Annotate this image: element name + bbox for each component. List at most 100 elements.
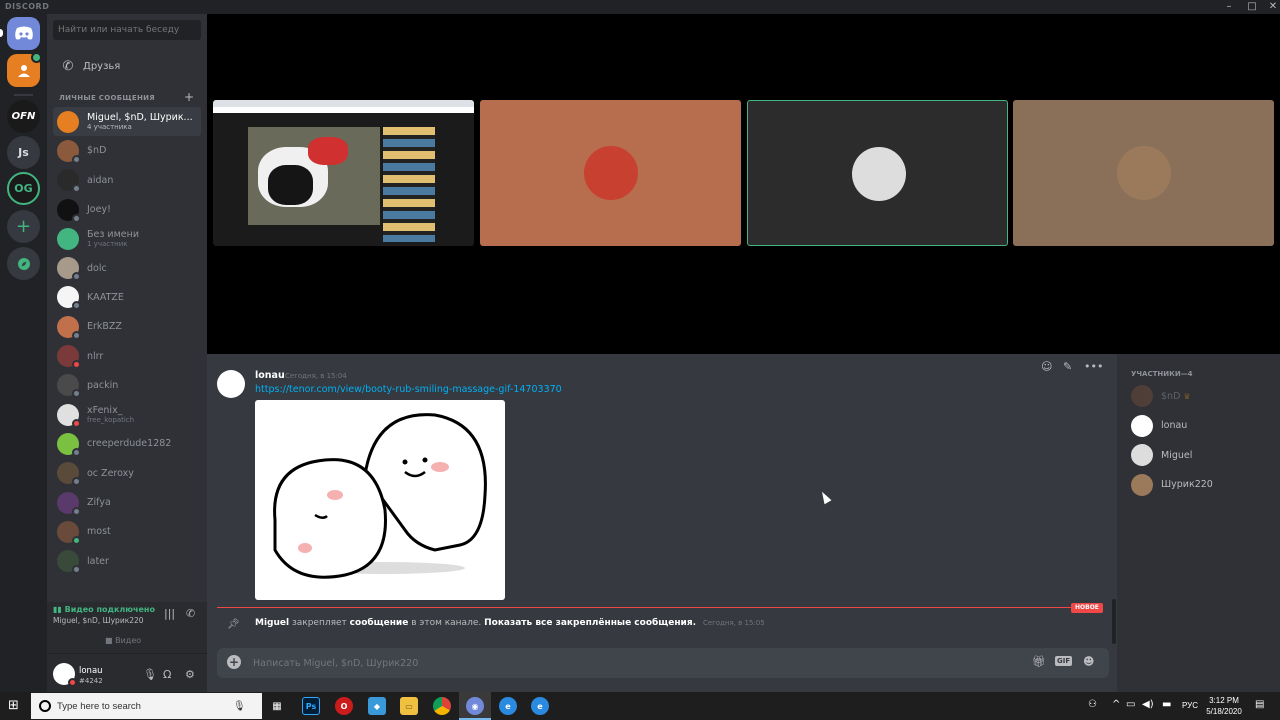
- minimize-icon[interactable]: –: [1218, 0, 1240, 14]
- dm-name: ErkBZZ: [87, 321, 122, 333]
- recommendations-list: [383, 127, 435, 242]
- dm-item[interactable]: nlrr: [53, 341, 201, 370]
- status-dot: [72, 565, 81, 575]
- file-explorer-icon[interactable]: ▭: [400, 697, 418, 715]
- video-tile-screenshare[interactable]: [213, 100, 474, 246]
- clock[interactable]: 3:12 PM 5/18/2020: [1196, 695, 1252, 717]
- dm-item[interactable]: Miguel, $nD, Шурик... 4 участника: [53, 107, 201, 137]
- dm-item[interactable]: most: [53, 517, 201, 546]
- dm-item[interactable]: xFenix_ free_kopatich: [53, 400, 201, 429]
- task-view-icon[interactable]: ▦: [268, 697, 286, 715]
- dm-item[interactable]: creeperdude1282: [53, 429, 201, 458]
- video-tile-miguel[interactable]: [747, 100, 1008, 246]
- volume-icon[interactable]: ◀): [1142, 699, 1154, 710]
- chevron-up-icon[interactable]: ^: [1112, 699, 1120, 710]
- member-item[interactable]: lonau: [1131, 414, 1187, 438]
- system-author[interactable]: Miguel: [255, 618, 289, 628]
- dm-name: xFenix_: [87, 405, 123, 417]
- server-separator: [14, 94, 33, 96]
- video-tile-snd[interactable]: [480, 100, 741, 246]
- disconnect-icon[interactable]: ✆: [186, 607, 195, 620]
- dm-item[interactable]: aidan: [53, 166, 201, 195]
- video-tile-shurik[interactable]: [1013, 100, 1274, 246]
- home-button[interactable]: [7, 17, 40, 50]
- dm-item[interactable]: Joey!: [53, 195, 201, 224]
- new-badge: НОВОЕ: [1071, 603, 1103, 613]
- new-messages-divider: [217, 607, 1075, 608]
- notifications-icon[interactable]: ▤: [1255, 699, 1264, 710]
- member-item[interactable]: Miguel: [1131, 443, 1192, 467]
- gear-icon[interactable]: ⚙: [185, 668, 195, 681]
- dm-item[interactable]: later: [53, 546, 201, 575]
- opera-icon[interactable]: O: [335, 697, 353, 715]
- explore-servers-button[interactable]: [7, 247, 40, 280]
- server-ofn[interactable]: OFN: [7, 100, 40, 133]
- dm-text: aidan: [87, 175, 113, 186]
- microphone-icon[interactable]: 🎙︎: [143, 668, 157, 681]
- dm-item[interactable]: packin: [53, 371, 201, 400]
- message-link[interactable]: https://tenor.com/view/booty-rub-smiling…: [255, 384, 562, 395]
- gif-button[interactable]: GIF: [1055, 656, 1073, 666]
- system-message: Miguel закрепляет сообщение в этом канал…: [255, 618, 765, 628]
- show-pinned-link[interactable]: Показать все закреплённые сообщения.: [484, 618, 696, 628]
- message-gif[interactable]: [255, 400, 505, 600]
- app-icon[interactable]: e: [499, 697, 517, 715]
- chat-scrollbar[interactable]: [1112, 599, 1116, 644]
- dm-item[interactable]: Zifya: [53, 488, 201, 517]
- taskbar-search[interactable]: 🎙︎: [31, 693, 262, 719]
- noise-icon[interactable]: |||: [164, 607, 175, 620]
- more-icon[interactable]: •••: [1084, 360, 1103, 373]
- edit-icon[interactable]: ✎: [1063, 360, 1072, 373]
- group-dm-server[interactable]: [7, 52, 42, 87]
- dm-item[interactable]: $nD: [53, 136, 201, 165]
- server-js[interactable]: Js: [7, 136, 40, 169]
- avatar: [57, 169, 81, 194]
- search-icon: [39, 700, 51, 712]
- photoshop-icon[interactable]: Ps: [302, 697, 320, 715]
- status-dot: [72, 506, 81, 516]
- dm-name: Zifya: [87, 497, 111, 508]
- add-server-button[interactable]: +: [7, 210, 40, 243]
- message-author[interactable]: lonau: [255, 370, 285, 381]
- create-dm-button[interactable]: +: [184, 90, 194, 104]
- video-toggle[interactable]: ■ Видео: [105, 636, 141, 645]
- emoji-icon[interactable]: ☻: [1083, 655, 1094, 668]
- message-avatar[interactable]: [217, 370, 245, 398]
- dm-item[interactable]: Без имени 1 участник: [53, 224, 201, 253]
- app-icon[interactable]: e: [531, 697, 549, 715]
- dm-item[interactable]: dolc: [53, 253, 201, 282]
- system-object[interactable]: сообщение: [350, 618, 409, 628]
- dm-name: later: [87, 555, 109, 567]
- microphone-icon[interactable]: 🎙︎: [233, 701, 246, 712]
- headphones-icon[interactable]: Ω: [163, 668, 171, 681]
- chrome-icon[interactable]: [433, 697, 451, 715]
- discord-taskbar-icon[interactable]: ◉: [466, 697, 484, 715]
- close-icon[interactable]: ✕: [1262, 0, 1280, 14]
- avatar: [57, 374, 81, 399]
- user-panel: lonau #4242 🎙︎ Ω ⚙: [47, 654, 207, 692]
- battery-icon[interactable]: ▬: [1162, 699, 1171, 710]
- avatar[interactable]: [53, 663, 77, 687]
- maximize-icon[interactable]: □: [1241, 0, 1263, 14]
- friends-link[interactable]: ✆ Друзья: [53, 52, 201, 80]
- server-og[interactable]: OG: [7, 172, 40, 205]
- upload-button[interactable]: +: [227, 655, 241, 669]
- add-reaction-icon[interactable]: ☺: [1041, 360, 1052, 373]
- user-name: lonau: [79, 666, 103, 676]
- windows-start-icon[interactable]: ⊞: [8, 698, 19, 713]
- dm-text: $nD: [87, 145, 106, 156]
- dm-item[interactable]: KAATZE: [53, 283, 201, 312]
- gift-icon[interactable]: 🎁︎: [1032, 655, 1046, 668]
- people-icon[interactable]: ⚇: [1088, 699, 1097, 710]
- dm-item[interactable]: oc Zeroxy: [53, 459, 201, 488]
- dm-item[interactable]: ErkBZZ: [53, 312, 201, 341]
- discord-logo-icon: [14, 26, 33, 40]
- network-icon[interactable]: ▭: [1126, 699, 1135, 710]
- member-item[interactable]: $nD ♛: [1131, 384, 1191, 408]
- message-input[interactable]: [253, 654, 953, 672]
- app-icon[interactable]: ◆: [368, 697, 386, 715]
- taskbar-search-input[interactable]: [57, 700, 227, 712]
- member-item[interactable]: Шурик220: [1131, 473, 1213, 497]
- dm-search-input[interactable]: [53, 20, 201, 40]
- avatar: [57, 110, 79, 133]
